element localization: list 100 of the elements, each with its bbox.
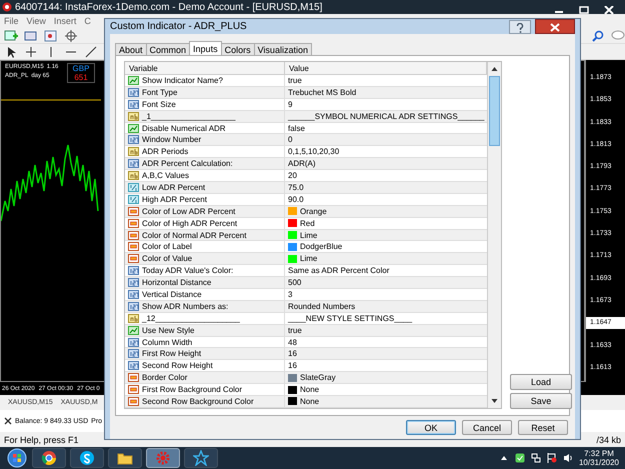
parameter-name[interactable]: Border Color (142, 373, 188, 382)
parameter-value[interactable]: Trebuchet MS Bold (288, 88, 356, 97)
parameter-value[interactable]: 75.0 (288, 182, 304, 192)
network-icon[interactable] (530, 453, 541, 463)
parameter-name[interactable]: Color of Label (142, 242, 192, 252)
crosshair-icon[interactable] (24, 46, 38, 58)
text-tag-icon (128, 171, 139, 180)
parameter-name[interactable]: Use New Style (142, 326, 194, 335)
column-header[interactable]: Variable (125, 62, 285, 75)
chat-bubble-icon[interactable] (611, 30, 625, 42)
dialog-button[interactable]: Reset (518, 420, 568, 435)
parameter-name[interactable]: Low ADR Percent (142, 182, 206, 192)
help-button[interactable] (509, 20, 531, 34)
parameter-name[interactable]: Font Type (142, 88, 178, 97)
parameter-value[interactable]: 9 (288, 100, 292, 109)
parameter-value[interactable]: Lime (300, 254, 318, 264)
flag-icon[interactable] (546, 453, 557, 463)
parameter-value[interactable]: Orange (300, 206, 327, 216)
parameter-value[interactable]: false (288, 124, 305, 132)
parameter-value[interactable]: 16 (288, 361, 297, 370)
parameter-name[interactable]: Font Size (142, 100, 176, 109)
clock-date[interactable]: 10/31/2020 (578, 458, 619, 467)
menu-item[interactable]: Insert (54, 16, 76, 26)
parameter-name[interactable]: Show Indicator Name? (142, 76, 223, 85)
palette-icon (128, 206, 139, 216)
parameter-value[interactable]: ____NEW STYLE SETTINGS____ (288, 314, 412, 323)
taskbar-button[interactable] (108, 448, 142, 468)
shield-icon[interactable] (514, 453, 525, 463)
parameter-value[interactable]: Red (300, 218, 315, 228)
crosshair-icon[interactable] (64, 30, 78, 42)
parameter-value[interactable]: 500 (288, 278, 302, 288)
dialog-button[interactable]: OK (406, 420, 456, 435)
parameter-value[interactable]: ADR(A) (288, 159, 316, 168)
menu-item[interactable]: C (84, 16, 91, 26)
number-tag-icon (128, 302, 139, 311)
parameter-value[interactable]: 20 (288, 171, 297, 180)
tab[interactable]: Inputs (189, 41, 222, 55)
parameter-value[interactable]: Same as ADR Percent Color (288, 266, 390, 276)
parameter-name[interactable]: First Row Background Color (142, 385, 242, 394)
parameter-name[interactable]: Color of Value (142, 254, 192, 264)
tab[interactable]: About (115, 43, 147, 55)
trendline-icon[interactable] (84, 46, 98, 58)
side-button[interactable]: Save (510, 393, 572, 409)
start-button[interactable] (6, 448, 28, 468)
parameter-value[interactable]: Rounded Numbers (288, 302, 356, 311)
parameter-name[interactable]: ADR Percent Calculation: (142, 159, 233, 168)
parameter-value[interactable]: 16 (288, 349, 297, 358)
parameter-name[interactable]: ADR Periods (142, 147, 188, 156)
parameter-name[interactable]: Color of Low ADR Percent (142, 206, 236, 216)
clock-time[interactable]: 7:32 PM (584, 449, 614, 458)
parameter-name[interactable]: Color of High ADR Percent (142, 218, 238, 228)
parameter-value[interactable]: 48 (288, 338, 297, 347)
parameter-name[interactable]: _12___________________ (142, 314, 240, 323)
parameter-name[interactable]: Color of Normal ADR Percent (142, 230, 246, 240)
parameter-value[interactable]: 90.0 (288, 194, 304, 204)
scrollbar-thumb[interactable] (489, 76, 500, 146)
parameter-name[interactable]: Second Row Background Color (142, 396, 254, 406)
tab[interactable]: Visualization (254, 43, 312, 55)
parameter-value[interactable]: true (288, 76, 302, 85)
parameter-name[interactable]: _1___________________ (142, 112, 236, 121)
status-text: For Help, press F1 (4, 434, 79, 444)
parameter-name[interactable]: High ADR Percent (142, 194, 207, 204)
parameter-value[interactable]: ______SYMBOL NUMERICAL ADR SETTINGS______ (288, 112, 484, 121)
dialog-button[interactable]: Cancel (462, 420, 512, 435)
menu-item[interactable]: View (26, 16, 46, 26)
parameter-value[interactable]: 3 (288, 290, 292, 299)
search-icon[interactable] (591, 30, 605, 42)
parameter-name[interactable]: First Row Height (142, 349, 202, 358)
tab[interactable]: Colors (220, 43, 255, 55)
parameter-name[interactable]: Column Width (142, 338, 192, 347)
parameter-value[interactable]: 0,1,5,10,20,30 (288, 147, 340, 156)
side-button[interactable]: Load (510, 374, 572, 390)
parameter-value[interactable]: Lime (300, 230, 318, 240)
parameter-name[interactable]: Today ADR Value's Color: (142, 266, 234, 276)
parameter-value[interactable]: None (300, 385, 320, 394)
parameter-name[interactable]: Show ADR Numbers as: (142, 302, 228, 311)
close-button[interactable] (535, 19, 575, 34)
parameter-value[interactable]: 0 (288, 135, 292, 144)
profiles-icon[interactable] (24, 30, 38, 42)
parameter-name[interactable]: A,B,C Values (142, 171, 189, 180)
taskbar-button[interactable] (184, 448, 218, 468)
star-icon (193, 450, 209, 466)
parameter-name[interactable]: Vertical Distance (142, 290, 202, 299)
speaker-icon[interactable] (562, 453, 573, 463)
new-chart-icon[interactable] (4, 30, 18, 42)
parameter-value[interactable]: None (300, 396, 320, 406)
panel-heading: GBP (72, 64, 90, 73)
taskbar-button[interactable] (70, 448, 104, 468)
parameter-value[interactable]: SlateGray (300, 373, 336, 382)
parameter-name[interactable]: Window Number (142, 135, 202, 144)
navigator-icon[interactable] (44, 30, 58, 42)
parameter-name[interactable]: Disable Numerical ADR (142, 124, 226, 132)
taskbar-button[interactable] (32, 448, 66, 468)
parameter-value[interactable]: true (288, 326, 302, 335)
menu-item[interactable]: File (4, 16, 19, 26)
parameter-value[interactable]: DodgerBlue (300, 242, 342, 252)
parameter-name[interactable]: Second Row Height (142, 361, 213, 370)
tab[interactable]: Common (146, 43, 190, 55)
parameter-name[interactable]: Horizontal Distance (142, 278, 212, 288)
close-icon[interactable] (4, 417, 12, 425)
